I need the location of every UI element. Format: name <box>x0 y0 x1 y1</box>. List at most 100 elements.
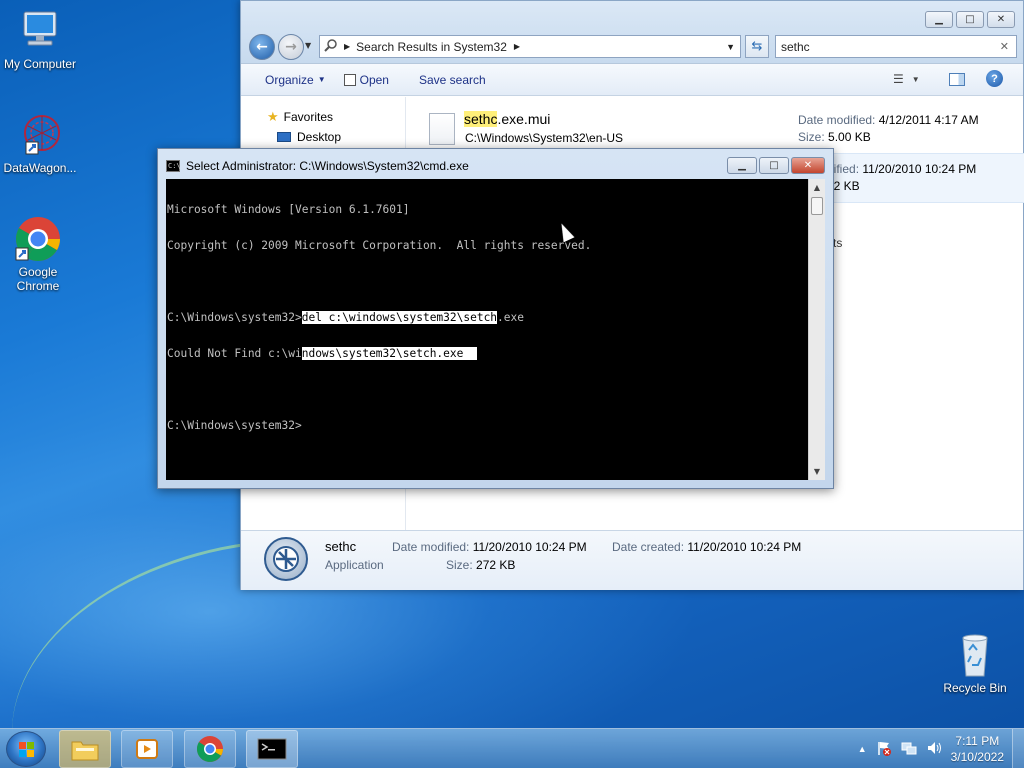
taskbar-chrome[interactable] <box>184 730 236 768</box>
action-center-flag-icon[interactable] <box>876 740 892 759</box>
chevron-down-icon: ▼ <box>317 75 326 84</box>
console-line: Copyright (c) 2009 Microsoft Corporation… <box>167 239 592 252</box>
forward-button[interactable]: → <box>278 34 304 60</box>
taskbar-media-player[interactable] <box>121 730 173 768</box>
result-path: C:\Windows\System32\en-US <box>465 131 624 145</box>
details-modified-value: 11/20/2010 10:24 PM <box>472 540 587 554</box>
show-desktop-button[interactable] <box>1012 729 1024 768</box>
details-modified: Date modified: 11/20/2010 10:24 PM <box>392 540 587 554</box>
view-list-icon: ☰ <box>893 72 904 86</box>
datawagon-icon <box>16 112 64 158</box>
result-size-label: Size: <box>798 130 825 144</box>
nav-favorites[interactable]: ★ Favorites <box>267 109 333 125</box>
details-pane: sethc Application Date modified: 11/20/2… <box>241 530 1023 590</box>
close-button[interactable]: ✕ <box>791 157 825 174</box>
taskbar-cmd[interactable] <box>246 730 298 768</box>
view-options-button[interactable]: ☰ ▼ <box>893 72 920 86</box>
command-bar: Organize ▼ Open Save search ☰ ▼ ? <box>241 64 1023 96</box>
details-name: sethc <box>325 539 357 554</box>
open-button[interactable]: Open <box>343 72 389 87</box>
desktop-icon-datawagon[interactable]: DataWagon... <box>0 112 80 175</box>
result-size-value: 5.00 KB <box>828 130 871 144</box>
start-button[interactable] <box>6 731 46 767</box>
desktop-icon-google-chrome[interactable]: Google Chrome <box>0 216 78 293</box>
result-name-match: sethc <box>464 111 498 127</box>
console-text: .exe <box>497 311 524 324</box>
maximize-button[interactable]: □ <box>759 157 789 174</box>
network-icon[interactable] <box>901 740 917 759</box>
search-icon <box>324 38 338 55</box>
console-selection: ndows\system32\setch.exe <box>301 347 477 360</box>
clock-date: 3/10/2022 <box>950 750 1004 764</box>
chrome-icon <box>196 736 223 762</box>
organize-button[interactable]: Organize ▼ <box>265 73 326 87</box>
cmd-title-bar[interactable]: C:\ Select Administrator: C:\Windows\Sys… <box>166 157 733 175</box>
details-created-value: 11/20/2010 10:24 PM <box>687 540 802 554</box>
search-input[interactable]: sethc <box>781 40 810 54</box>
desktop-icon-recycle-bin[interactable]: Recycle Bin <box>935 632 1015 695</box>
result-date-label: Date modified: <box>798 113 876 127</box>
explorer-window-controls: ▁ □ ✕ <box>925 11 1015 28</box>
breadcrumb-location[interactable]: Search Results in System32 <box>356 40 507 54</box>
console-selection: del c:\windows\system32\setch <box>301 311 498 324</box>
chevron-down-icon: ▼ <box>911 74 920 84</box>
console-line: Could Not Find c:\windows\system32\setch… <box>167 347 807 360</box>
minimize-button[interactable]: ▁ <box>727 157 757 174</box>
save-search-label: Save search <box>418 72 486 87</box>
result-date-row: Date modified: 4/12/2011 4:17 AM <box>798 113 979 127</box>
refresh-button[interactable]: ⇆ <box>745 35 769 58</box>
console-line: Microsoft Windows [Version 6.1.7601] <box>167 203 410 216</box>
details-created-label: Date created: <box>612 540 685 554</box>
breadcrumb-arrow-icon: ▶ <box>344 42 351 51</box>
search-box[interactable]: sethc ✕ <box>775 35 1017 58</box>
system-tray: ▲ 7:11 PM 3/10/2022 <box>858 729 1016 768</box>
volume-icon[interactable] <box>926 740 942 759</box>
help-button[interactable]: ? <box>986 70 1003 87</box>
maximize-button[interactable]: □ <box>956 11 984 28</box>
star-icon: ★ <box>267 109 279 124</box>
clear-search-icon[interactable]: ✕ <box>1000 40 1009 53</box>
desktop-icon-label: Google Chrome <box>16 265 60 293</box>
minimize-button[interactable]: ▁ <box>925 11 953 28</box>
application-icon <box>264 537 308 581</box>
show-hidden-icons-icon[interactable]: ▲ <box>858 744 867 754</box>
recent-pages-dropdown[interactable]: ▼ <box>305 41 311 50</box>
cmd-title-text: Select Administrator: C:\Windows\System3… <box>186 159 469 173</box>
clock[interactable]: 7:11 PM 3/10/2022 <box>951 733 1004 765</box>
close-button[interactable]: ✕ <box>987 11 1015 28</box>
save-search-button[interactable]: Save search <box>419 73 486 87</box>
recycle-bin-icon <box>951 632 999 678</box>
taskbar-explorer[interactable] <box>59 730 111 768</box>
cmd-window-controls: ▁ □ ✕ <box>727 157 825 174</box>
back-button[interactable]: ← <box>249 34 275 60</box>
address-bar[interactable]: ▶ Search Results in System32 ▶ ▼ <box>319 35 741 58</box>
result-name: sethc.exe.mui <box>464 111 550 127</box>
desktop-icon-label: Recycle Bin <box>943 681 1007 695</box>
cmd-window[interactable]: C:\ Select Administrator: C:\Windows\Sys… <box>157 148 834 489</box>
console-prompt: C:\Windows\system32> <box>167 311 302 324</box>
desktop-folder-icon <box>277 132 291 142</box>
folder-icon <box>71 741 99 761</box>
preview-pane-button[interactable] <box>949 73 965 86</box>
result-name-rest: .exe.mui <box>497 111 551 127</box>
partial-text: ts <box>833 236 843 250</box>
scroll-up-arrow-icon[interactable]: ▲ <box>809 179 825 196</box>
scroll-thumb[interactable] <box>811 197 823 215</box>
details-modified-label: Date modified: <box>392 540 470 554</box>
wallpaper-swirl <box>0 542 271 748</box>
media-player-icon <box>136 739 158 759</box>
scroll-down-arrow-icon[interactable]: ▼ <box>809 463 825 480</box>
desktop-icon-my-computer[interactable]: My Computer <box>0 8 80 71</box>
console-line: C:\Windows\system32>del c:\windows\syste… <box>167 311 807 324</box>
details-size-value: 272 KB <box>476 558 516 572</box>
address-dropdown[interactable]: ▼ <box>726 42 735 52</box>
console-output[interactable]: Microsoft Windows [Version 6.1.7601] Cop… <box>166 179 808 480</box>
console-scrollbar[interactable]: ▲ ▼ <box>808 179 825 480</box>
result-date-row: dified: 11/20/2010 10:24 PM <box>827 162 976 176</box>
chrome-icon <box>14 216 62 262</box>
breadcrumb-arrow-icon: ▶ <box>513 42 521 51</box>
details-type: Application <box>325 558 384 572</box>
windows-logo-icon <box>19 742 34 757</box>
open-label: Open <box>359 72 389 87</box>
nav-desktop[interactable]: Desktop <box>277 130 341 144</box>
